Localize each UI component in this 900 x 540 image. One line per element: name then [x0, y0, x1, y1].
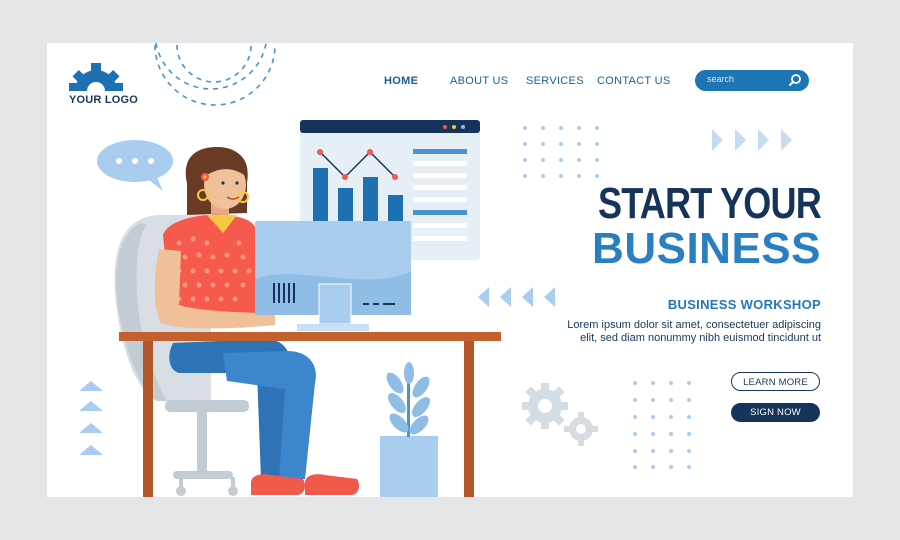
hero-paragraph: Lorem ipsum dolor sit amet, consectetuer… [567, 319, 821, 344]
hero-title-line1: START YOUR [597, 179, 822, 228]
workspace-illustration [114, 120, 501, 497]
sign-now-button[interactable]: SIGN NOW [731, 403, 820, 422]
triangles-right [712, 129, 792, 151]
learn-more-button[interactable]: LEARN MORE [731, 372, 820, 391]
hero-title-line2: BUSINESS [592, 224, 821, 273]
potted-plant [380, 362, 438, 497]
dot-grid-bottom [633, 381, 691, 469]
hero-subtitle: BUSINESS WORKSHOP [667, 297, 821, 312]
computer-monitor [255, 221, 411, 331]
landing-page-card: YOUR LOGO HOME ABOUT US SERVICES CONTACT… [47, 43, 853, 497]
